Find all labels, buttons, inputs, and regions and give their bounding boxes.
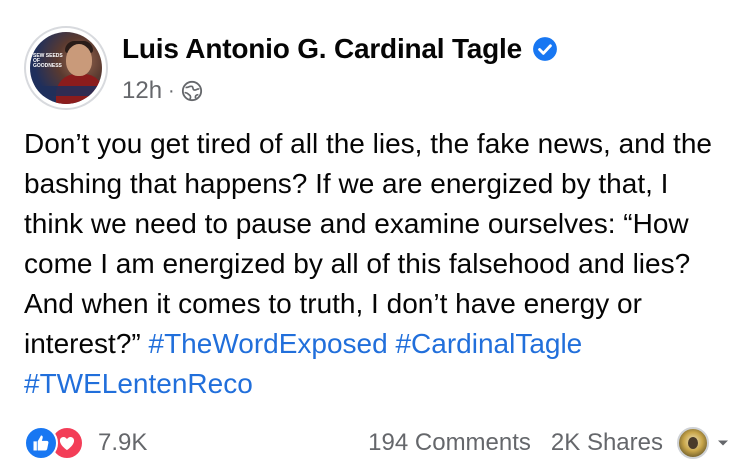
actor-avatar[interactable]: [677, 427, 709, 459]
avatar-overlay-text: SEW SEEDS OF GOODNESS: [33, 53, 63, 69]
facebook-post: SEW SEEDS OF GOODNESS Luis Antonio G. Ca…: [0, 0, 749, 471]
verified-badge-icon: [533, 37, 557, 61]
post-meta: 12h ·: [122, 77, 203, 105]
reaction-count: 7.9K: [98, 429, 148, 456]
shares-count-link[interactable]: 2K Shares: [551, 429, 663, 457]
avatar-image: SEW SEEDS OF GOODNESS: [30, 32, 102, 104]
author-row: Luis Antonio G. Cardinal Tagle: [122, 33, 558, 65]
meta-separator: ·: [168, 79, 175, 102]
post-timestamp[interactable]: 12h: [122, 77, 162, 105]
globe-icon[interactable]: [181, 80, 203, 102]
post-body: Don’t you get tired of all the lies, the…: [24, 124, 729, 404]
reaction-summary[interactable]: 7.9K: [24, 426, 147, 460]
chevron-down-icon[interactable]: [715, 435, 731, 451]
hashtag-link[interactable]: #TheWordExposed: [149, 328, 388, 359]
hashtag-link[interactable]: #TWELentenReco: [24, 368, 253, 399]
like-icon: [24, 426, 58, 460]
author-avatar[interactable]: SEW SEEDS OF GOODNESS: [24, 26, 108, 110]
engagement-stats: 194 Comments 2K Shares: [368, 427, 731, 459]
author-name[interactable]: Luis Antonio G. Cardinal Tagle: [122, 33, 522, 65]
hashtag-link[interactable]: #CardinalTagle: [395, 328, 582, 359]
post-text-line: Don’t you get tired of all the lies, the…: [24, 128, 611, 159]
comments-count-link[interactable]: 194 Comments: [368, 429, 531, 457]
